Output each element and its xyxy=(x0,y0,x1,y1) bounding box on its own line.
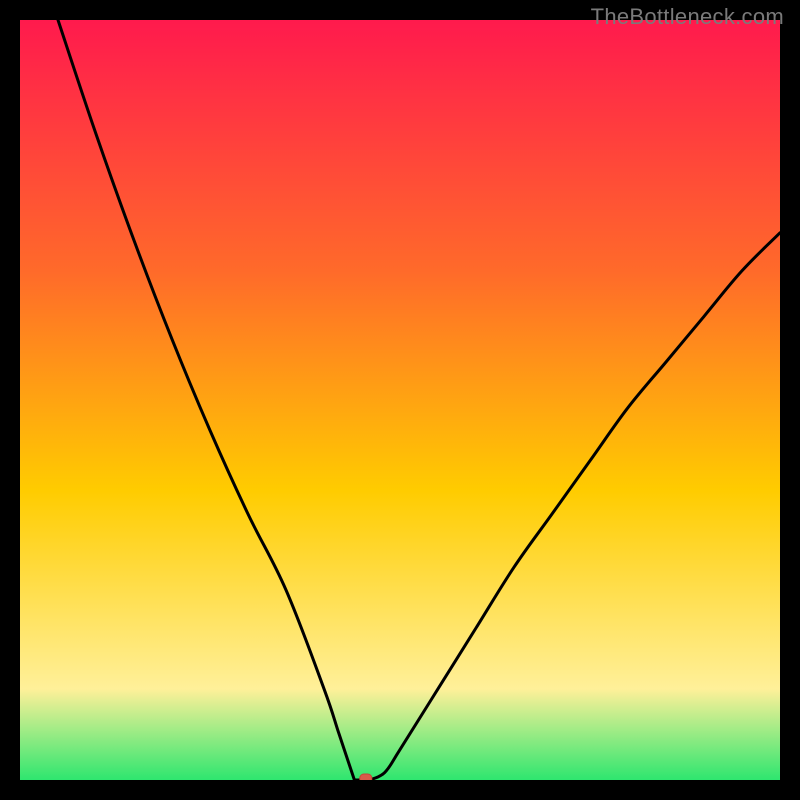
optimal-marker[interactable] xyxy=(360,774,372,780)
gradient-background xyxy=(20,20,780,780)
watermark-text: TheBottleneck.com xyxy=(591,4,784,30)
bottleneck-chart xyxy=(20,20,780,780)
chart-frame: { "watermark": "TheBottleneck.com", "col… xyxy=(0,0,800,800)
